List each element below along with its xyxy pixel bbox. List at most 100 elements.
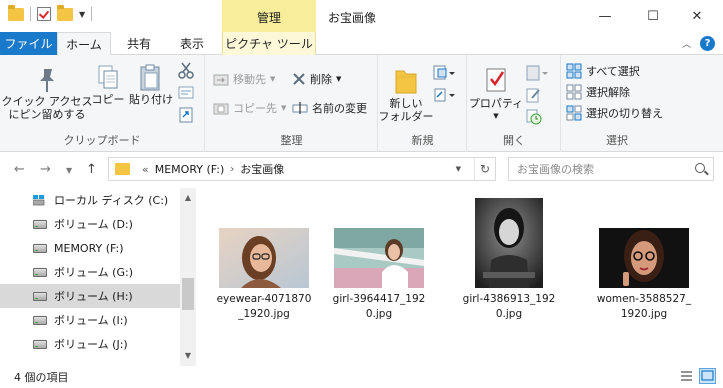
open-group-label: 開く — [503, 134, 525, 147]
copy-path-icon — [178, 86, 194, 99]
copy-label: コピー — [91, 93, 125, 106]
windows-drive-icon — [33, 195, 45, 206]
help-icon[interactable]: ? — [700, 36, 715, 51]
new-folder-button[interactable]: 新しい フォルダー — [379, 63, 434, 123]
large-icons-view-button[interactable] — [699, 368, 716, 384]
copy-to-button[interactable]: コピー先 ▼ — [213, 100, 286, 116]
tab-share[interactable]: 共有 — [113, 32, 165, 55]
up-arrow-icon[interactable]: ↑ — [86, 162, 97, 177]
overflow-chevron-icon[interactable]: « — [142, 163, 149, 176]
select-all-button[interactable]: すべて選択 — [566, 63, 640, 79]
drive-icon — [33, 340, 47, 349]
tab-home[interactable]: ホーム — [57, 32, 111, 56]
search-icon[interactable] — [695, 163, 705, 173]
refresh-icon: ↻ — [479, 162, 491, 176]
drive-icon — [33, 244, 47, 253]
search-input[interactable] — [509, 158, 689, 180]
paste-label: 貼り付け — [129, 93, 173, 106]
folder-icon — [115, 163, 130, 175]
select-group-label: 選択 — [606, 134, 628, 147]
file-item[interactable]: eyewear-4071870 _1920.jpg — [209, 228, 319, 322]
context-group-label: 管理 — [256, 11, 281, 25]
properties-button[interactable]: プロパティ ▼ — [469, 63, 523, 123]
paste-shortcut-button[interactable] — [178, 107, 194, 123]
delete-button[interactable]: 削除 ▼ — [292, 71, 341, 87]
minimize-button[interactable]: — — [582, 0, 628, 32]
copy-path-button[interactable] — [178, 85, 194, 101]
nav-item-d-drive[interactable]: ボリューム (D:) — [0, 212, 180, 236]
tab-file[interactable]: ファイル — [0, 32, 57, 55]
paste-button[interactable]: 貼り付け — [127, 63, 175, 106]
dropdown-arrow-icon: ▼ — [493, 112, 499, 120]
nav-item-i-drive[interactable]: ボリューム (I:) — [0, 308, 180, 332]
image-thumbnail — [219, 228, 309, 288]
status-bar: 4 個の項目 — [0, 366, 723, 388]
file-item[interactable]: girl-4386913_192 0.jpg — [454, 198, 564, 322]
search-box[interactable] — [508, 157, 714, 181]
scroll-up-icon[interactable]: ▲ — [180, 190, 196, 204]
file-item[interactable]: women-3588527_ 1920.jpg — [589, 228, 699, 322]
nav-item-label: MEMORY (F:) — [54, 241, 124, 255]
close-button[interactable]: ✕ — [674, 0, 720, 32]
pin-quick-access-button[interactable]: クイック アクセス にピン留めする — [1, 65, 93, 121]
customize-toolbar-icon[interactable]: ▼ — [79, 10, 85, 19]
dropdown-arrow-icon: ▼ — [281, 104, 287, 112]
scroll-down-icon[interactable]: ▼ — [180, 348, 196, 362]
refresh-button[interactable]: ↻ — [474, 157, 496, 181]
nav-item-j-drive[interactable]: ボリューム (J:) — [0, 332, 180, 356]
title-bar: ▼ 管理 お宝画像 — ☐ ✕ — [0, 0, 723, 32]
select-none-button[interactable]: 選択解除 — [566, 84, 630, 100]
navigation-scrollbar[interactable]: ▲ ▼ — [180, 188, 196, 366]
delete-label: 削除 — [310, 73, 332, 86]
invert-selection-button[interactable]: 選択の切り替え — [566, 105, 663, 121]
tab-view[interactable]: 表示 — [167, 32, 217, 55]
pin-label: クイック アクセス にピン留めする — [1, 95, 93, 121]
copy-button[interactable]: コピー — [91, 63, 125, 106]
cut-button[interactable] — [178, 61, 194, 79]
recent-locations-icon[interactable]: ▼ — [66, 166, 72, 175]
nav-item-h-drive[interactable]: ボリューム (H:) — [0, 284, 180, 308]
select-none-label: 選択解除 — [586, 86, 630, 99]
new-folder-icon[interactable] — [57, 4, 73, 21]
select-all-label: すべて選択 — [586, 65, 640, 78]
maximize-button[interactable]: ☐ — [630, 0, 676, 32]
clipboard-group: クイック アクセス にピン留めする コピー 貼り付け クリップボード — [0, 55, 205, 152]
ribbon-tabs: ファイル ホーム 共有 表示 ピクチャ ツール ︿ ? — [0, 32, 723, 56]
collapse-ribbon-icon[interactable]: ︿ — [682, 37, 691, 50]
scrollbar-thumb[interactable] — [182, 278, 194, 310]
new-item-button[interactable] — [433, 65, 455, 81]
breadcrumb-current[interactable]: お宝画像 — [240, 161, 284, 177]
organize-group-label: 整理 — [280, 134, 303, 147]
rename-button[interactable]: 名前の変更 — [292, 100, 367, 116]
file-item[interactable]: girl-3964417_192 0.jpg — [324, 228, 434, 322]
edit-button[interactable] — [526, 87, 542, 103]
move-to-button[interactable]: 移動先 ▼ — [213, 71, 275, 87]
properties-icon[interactable] — [37, 7, 51, 21]
address-bar[interactable]: « MEMORY (F:) › お宝画像 ▼ — [108, 157, 496, 181]
item-count: 4 個の項目 — [14, 371, 69, 384]
forward-arrow-icon[interactable]: → — [40, 162, 51, 177]
invert-selection-icon — [566, 105, 582, 121]
quick-access-toolbar: ▼ — [8, 4, 93, 21]
ribbon: クイック アクセス にピン留めする コピー 貼り付け クリップボード 移動先 ▼… — [0, 55, 723, 152]
nav-item-g-drive[interactable]: ボリューム (G:) — [0, 260, 180, 284]
open-icon — [526, 65, 548, 81]
image-thumbnail — [334, 228, 424, 288]
new-group: 新しい フォルダー 新規 — [379, 55, 467, 152]
open-button[interactable] — [526, 65, 548, 81]
history-button[interactable] — [526, 109, 542, 125]
nav-item-f-drive[interactable]: MEMORY (F:) — [0, 236, 180, 260]
address-dropdown-icon[interactable]: ▼ — [456, 165, 461, 173]
file-name: girl-3964417_192 0.jpg — [332, 293, 426, 320]
breadcrumb-memory[interactable]: MEMORY (F:) — [155, 163, 225, 176]
edit-icon — [526, 88, 540, 103]
back-arrow-icon[interactable]: ← — [14, 162, 25, 177]
details-view-button[interactable] — [678, 368, 695, 384]
nav-item-c-drive[interactable]: ローカル ディスク (C:) — [0, 188, 180, 212]
tab-picture-tools[interactable]: ピクチャ ツール — [222, 32, 316, 55]
details-view-icon — [681, 371, 692, 381]
new-group-label: 新規 — [411, 134, 434, 147]
folder-icon[interactable] — [8, 4, 24, 21]
easy-access-button[interactable] — [433, 87, 455, 103]
nav-item-label: ボリューム (H:) — [54, 290, 133, 303]
